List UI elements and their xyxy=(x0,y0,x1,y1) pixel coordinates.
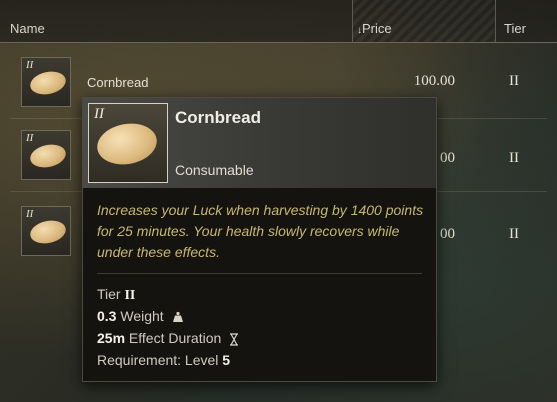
tier-badge: II xyxy=(94,106,104,122)
column-divider xyxy=(352,0,353,42)
item-tooltip: II Cornbread Consumable Increases your L… xyxy=(82,97,437,382)
stat-requirement-label: Requirement: Level xyxy=(97,352,219,368)
stat-tier-label: Tier xyxy=(97,286,121,302)
cornbread-icon xyxy=(28,141,68,171)
stat-requirement: Requirement: Level 5 xyxy=(97,352,230,368)
item-thumbnail: II xyxy=(21,57,71,107)
tier-badge: II xyxy=(26,59,34,71)
stat-weight-value: 0.3 xyxy=(97,308,117,324)
cornbread-icon xyxy=(93,119,161,169)
tooltip-item-icon: II xyxy=(88,103,168,183)
stat-duration-label: Effect Duration xyxy=(128,330,222,346)
cornbread-icon xyxy=(28,217,68,247)
item-name: Cornbread xyxy=(87,75,149,90)
column-header-name[interactable]: Name xyxy=(10,21,45,36)
item-tier: II xyxy=(509,150,519,166)
item-tier: II xyxy=(509,73,519,89)
column-header-tier[interactable]: Tier xyxy=(504,21,526,36)
cornbread-icon xyxy=(28,68,68,98)
table-header: Name ↓︎Price Tier xyxy=(0,0,557,43)
stat-duration-value: 25m xyxy=(97,330,126,346)
item-title: Cornbread xyxy=(175,108,261,127)
stat-tier-value: II xyxy=(124,288,136,303)
item-price: 100.00 xyxy=(413,73,455,89)
stat-weight: 0.3 Weight xyxy=(97,308,184,324)
hourglass-icon xyxy=(230,333,239,346)
tier-badge: II xyxy=(26,208,34,220)
tooltip-divider xyxy=(97,273,422,274)
item-thumbnail: II xyxy=(21,130,71,180)
stat-tier: Tier II xyxy=(97,286,135,304)
tooltip-header: II Cornbread Consumable xyxy=(83,98,436,188)
item-description: Increases your Luck when harvesting by 1… xyxy=(97,202,424,260)
weight-icon xyxy=(172,312,183,323)
column-header-price[interactable]: ↓︎Price xyxy=(357,21,392,36)
column-divider xyxy=(495,0,496,42)
item-thumbnail: II xyxy=(21,206,71,256)
stat-requirement-value: 5 xyxy=(222,352,231,368)
item-tier: II xyxy=(509,226,519,242)
tier-badge: II xyxy=(26,132,34,144)
price-header-label: Price xyxy=(362,21,392,36)
stat-duration: 25m Effect Duration xyxy=(97,330,239,346)
stat-weight-label: Weight xyxy=(120,308,164,324)
item-type: Consumable xyxy=(175,162,254,178)
